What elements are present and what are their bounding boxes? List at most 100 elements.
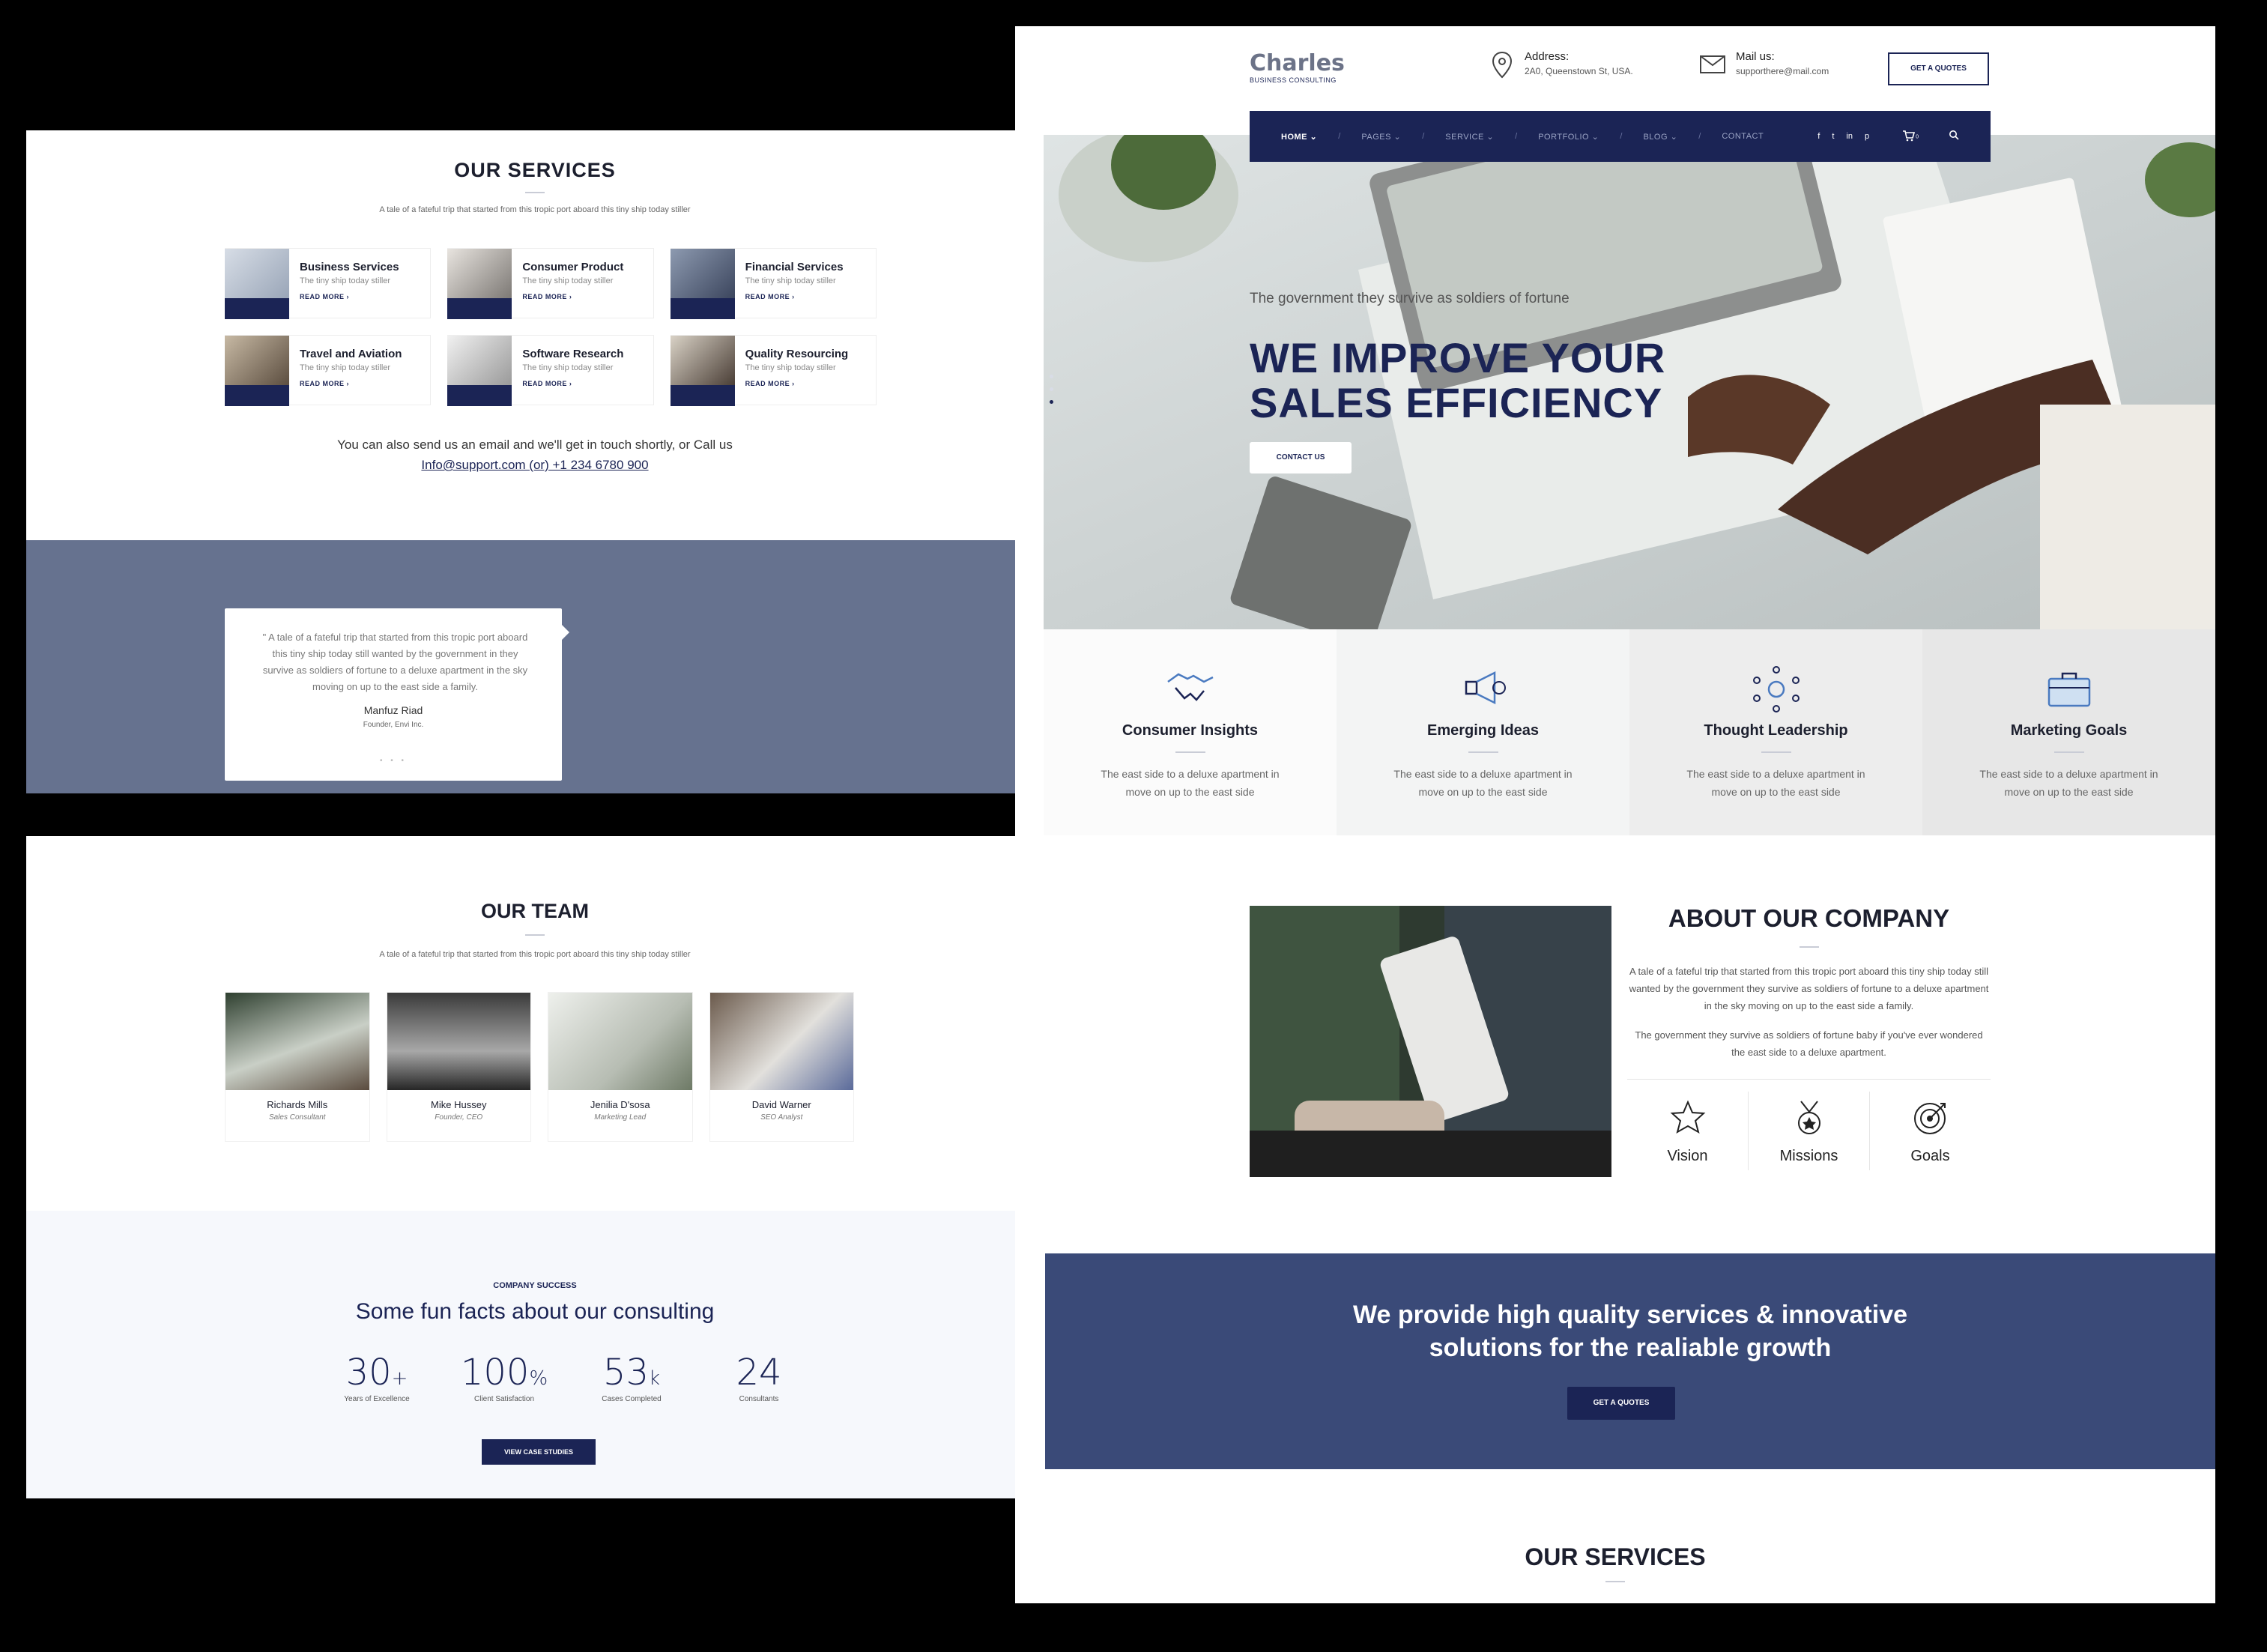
stat-number: 30 <box>345 1352 392 1394</box>
search-icon[interactable] <box>1949 130 1959 144</box>
team-subtitle: A tale of a fateful trip that started fr… <box>379 950 691 959</box>
pinterest-icon[interactable]: p <box>1865 132 1869 141</box>
read-more-link[interactable]: READ MORE › <box>522 380 623 387</box>
testimonial-card: " A tale of a fateful trip that started … <box>225 608 569 781</box>
service-name: Financial Services <box>745 261 844 273</box>
feature-desc: The east side to a deluxe apartment in m… <box>1393 768 1573 798</box>
services-grid: Business Services The tiny ship today st… <box>225 248 877 406</box>
stat-label: Years of Excellence <box>344 1395 410 1403</box>
team-facts-panel: OUR TEAM A tale of a fateful trip that s… <box>26 836 1044 1498</box>
service-name: Business Services <box>300 261 399 273</box>
cart-icon[interactable]: 0 <box>1902 130 1919 144</box>
feature-title: Marketing Goals <box>2010 722 2128 739</box>
feature-card: Marketing Goals The east side to a delux… <box>1922 629 2215 835</box>
nav-service[interactable]: SERVICE ⌄ <box>1445 132 1494 142</box>
services-title: OUR SERVICES <box>454 159 616 181</box>
target-icon <box>1913 1103 1946 1134</box>
address-value: 2A0, Queenstown St, USA. <box>1525 66 1633 76</box>
team-member-photo <box>226 993 369 1090</box>
team-member-card[interactable]: Richards Mills Sales Consultant <box>225 992 370 1142</box>
fun-facts-section: COMPANY SUCCESS Some fun facts about our… <box>26 1211 1044 1498</box>
team-member-photo <box>709 993 853 1090</box>
pillar-missions: Missions <box>1749 1092 1870 1170</box>
service-name: Consumer Product <box>522 261 624 273</box>
bottom-services-title: OUR SERVICES <box>1525 1543 1706 1570</box>
nav-home[interactable]: HOME ⌄ <box>1281 132 1317 142</box>
contact-link[interactable]: Info@support.com (or) +1 234 6780 900 <box>26 458 1044 473</box>
team-member-role: Marketing Lead <box>594 1113 647 1122</box>
service-card[interactable]: Consumer Product The tiny ship today sti… <box>447 248 654 319</box>
address-label: Address: <box>1525 50 1570 63</box>
stat-item: 30+ Years of Excellence <box>313 1352 441 1403</box>
stat-number: 100 <box>460 1352 530 1394</box>
team-member-card[interactable]: David Warner SEO Analyst <box>709 992 854 1142</box>
services-title-underline <box>26 192 1044 193</box>
pillar-label: Goals <box>1910 1148 1950 1164</box>
service-thumbnail <box>670 249 735 319</box>
feature-divider <box>2053 751 2084 753</box>
team-member-card[interactable]: Mike Hussey Founder, CEO <box>386 992 531 1142</box>
about-paragraph-2: The government they survive as soldiers … <box>1635 1029 1983 1058</box>
about-paragraph-1: A tale of a fateful trip that started fr… <box>1629 966 1989 1011</box>
hero-headline: WE IMPROVE YOUR SALES EFFICIENCY <box>1250 336 1665 426</box>
cta-headline: We provide high quality services & innov… <box>1045 1298 2215 1364</box>
read-more-link[interactable]: READ MORE › <box>300 293 399 300</box>
features-row: Consumer Insights The east side to a del… <box>1044 629 2215 835</box>
stat-number: 24 <box>736 1352 782 1394</box>
cta-line-2: solutions for the realiable growth <box>1429 1334 1832 1362</box>
service-card[interactable]: Travel and Aviation The tiny ship today … <box>225 335 432 406</box>
service-name: Travel and Aviation <box>300 348 402 360</box>
testimonial-arrow <box>562 625 569 640</box>
brand-tagline: BUSINESS CONSULTING <box>1250 76 1337 84</box>
get-quote-button[interactable]: GET A QUOTES <box>1888 52 1989 85</box>
service-card[interactable]: Financial Services The tiny ship today s… <box>670 248 877 319</box>
stat-label: Consultants <box>739 1395 779 1403</box>
testimonial-pager[interactable]: • • • <box>225 757 562 765</box>
twitter-icon[interactable]: t <box>1832 132 1834 141</box>
service-thumbnail <box>225 336 289 406</box>
read-more-link[interactable]: READ MORE › <box>745 380 849 387</box>
hero-kicker: The government they survive as soldiers … <box>1250 291 1570 306</box>
team-title-underline <box>26 934 1044 936</box>
service-card[interactable]: Business Services The tiny ship today st… <box>225 248 432 319</box>
service-thumbnail <box>447 249 512 319</box>
linkedin-icon[interactable]: in <box>1846 132 1853 141</box>
handshake-icon <box>1044 665 1337 715</box>
stat-suffix: % <box>529 1367 548 1390</box>
nav-separator: / <box>1698 132 1701 141</box>
team-member-photo <box>387 993 530 1090</box>
service-card[interactable]: Quality Resourcing The tiny ship today s… <box>670 335 877 406</box>
team-member-role: Founder, CEO <box>435 1113 483 1122</box>
briefcase-icon <box>1922 665 2215 715</box>
cta-get-quote-button[interactable]: GET A QUOTES <box>1567 1387 1675 1420</box>
service-name: Software Research <box>522 348 624 360</box>
logo[interactable]: Charles BUSINESS CONSULTING <box>1250 50 1345 84</box>
pillar-vision: Vision <box>1627 1092 1749 1170</box>
hero-pager[interactable] <box>1050 375 1053 404</box>
hero-banner: The government they survive as soldiers … <box>1044 135 2215 629</box>
nav-contact[interactable]: CONTACT <box>1722 132 1764 141</box>
nav-portfolio[interactable]: PORTFOLIO ⌄ <box>1538 132 1599 142</box>
feature-title: Consumer Insights <box>1122 722 1259 739</box>
cart-count: 0 <box>1916 133 1919 139</box>
brand-name: Charles <box>1250 50 1345 76</box>
facebook-icon[interactable]: f <box>1817 132 1820 141</box>
stat-number: 53 <box>602 1352 649 1394</box>
contact-us-button[interactable]: CONTACT US <box>1250 442 1352 473</box>
feature-card: Emerging Ideas The east side to a deluxe… <box>1337 629 1629 835</box>
service-thumbnail <box>447 336 512 406</box>
mail-value[interactable]: supporthere@mail.com <box>1736 66 1829 76</box>
read-more-link[interactable]: READ MORE › <box>522 293 623 300</box>
view-case-studies-button[interactable]: VIEW CASE STUDIES <box>482 1439 596 1465</box>
read-more-link[interactable]: READ MORE › <box>745 293 844 300</box>
service-thumbnail <box>225 249 289 319</box>
nav-blog[interactable]: BLOG ⌄ <box>1643 132 1677 142</box>
nav-pages[interactable]: PAGES ⌄ <box>1361 132 1401 142</box>
feature-card: Thought Leadership The east side to a de… <box>1629 629 1922 835</box>
team-member-card[interactable]: Jenilia D'sosa Marketing Lead <box>548 992 693 1142</box>
service-card[interactable]: Software Research The tiny ship today st… <box>447 335 654 406</box>
about-divider <box>1627 1079 1991 1080</box>
star-icon <box>1670 1100 1705 1134</box>
nav-separator: / <box>1515 132 1518 141</box>
read-more-link[interactable]: READ MORE › <box>300 380 402 387</box>
